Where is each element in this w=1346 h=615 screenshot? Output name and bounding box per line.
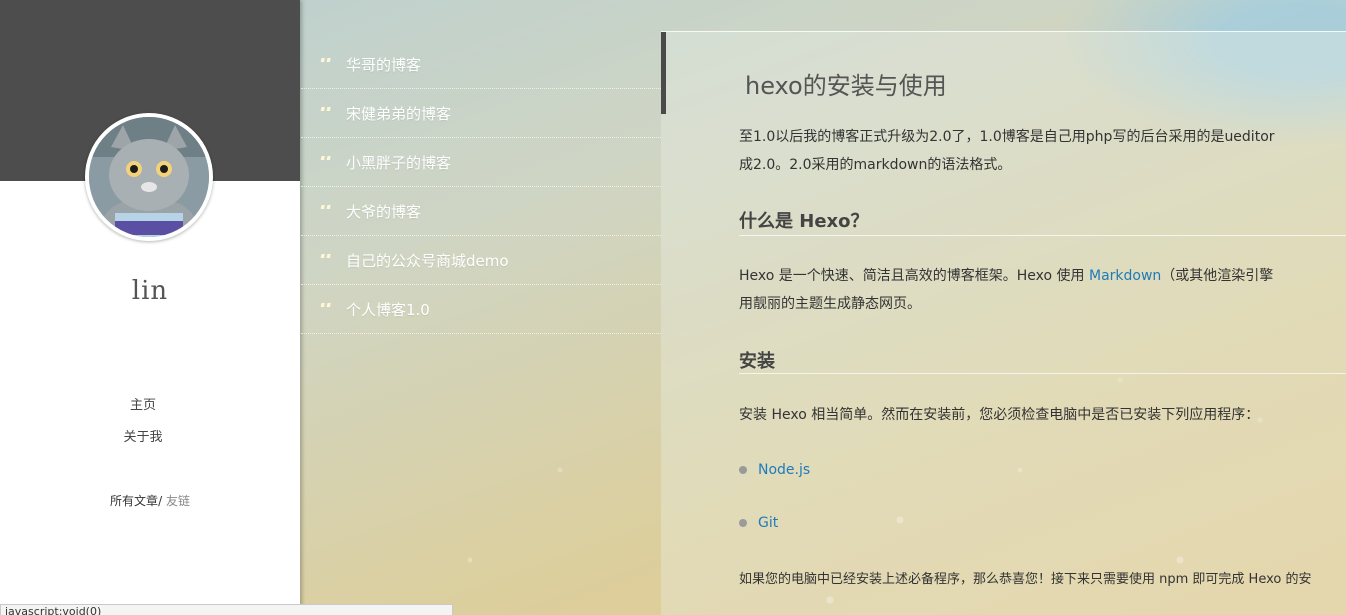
install-text: 安装 Hexo 相当简单。然而在安装前，您必须检查电脑中是否已安装下列应用程序：	[739, 407, 1260, 423]
hexo-description-line-1: Hexo 是一个快速、简洁且高效的博客框架。Hexo 使用 Markdown（或…	[739, 262, 1273, 290]
section-divider	[739, 373, 1346, 374]
friend-link-label: 自己的公众号商城demo	[346, 251, 509, 270]
friend-link-label: 大爷的博客	[346, 202, 422, 221]
bullet-icon	[739, 519, 747, 527]
avatar[interactable]	[85, 113, 213, 241]
quote-icon: “	[319, 254, 334, 270]
friend-links-toggle[interactable]: 友链	[166, 494, 190, 508]
section-divider	[739, 235, 1346, 236]
hexo-description-tail: （或其他渲染引擎	[1161, 268, 1274, 284]
list-item: Git	[739, 515, 778, 531]
friend-link-item[interactable]: “ 大爷的博客	[301, 187, 661, 236]
friend-link-item[interactable]: “ 宋健弟弟的博客	[301, 89, 661, 138]
friend-link-label: 宋健弟弟的博客	[346, 104, 452, 123]
links-separator: /	[158, 494, 163, 508]
friend-link-label: 华哥的博客	[346, 55, 422, 74]
article-panel: hexo的安装与使用 至1.0以后我的博客正式升级为2.0了，1.0博客是自己用…	[661, 31, 1346, 615]
nav-home-link[interactable]: 主页	[0, 390, 286, 422]
profile-sidebar: lin 主页 关于我 所有文章/ 友链 javascript:void(0)	[0, 0, 453, 615]
author-name: lin	[131, 276, 169, 306]
heading-what-is-hexo: 什么是 Hexo？	[739, 211, 869, 232]
friend-link-item[interactable]: “ 自己的公众号商城demo	[301, 236, 661, 285]
friend-link-label: 小黑胖子的博客	[346, 153, 452, 172]
quote-icon: “	[319, 303, 334, 319]
article-title: hexo的安装与使用	[745, 72, 947, 100]
article-intro-line-1: 至1.0以后我的博客正式升级为2.0了，1.0博客是自己用php写的后台采用的是…	[739, 129, 1275, 145]
quote-icon: “	[319, 107, 334, 123]
quote-icon: “	[319, 156, 334, 172]
browser-status-bar: javascript:void(0)	[0, 604, 453, 615]
article-intro-line-2: 成2.0。2.0采用的markdown的语法格式。	[739, 157, 1012, 173]
bullet-icon	[739, 466, 747, 474]
quote-icon: “	[319, 58, 334, 74]
markdown-link[interactable]: Markdown	[1089, 268, 1161, 284]
friend-link-label: 个人博客1.0	[346, 300, 430, 319]
friend-link-item[interactable]: “ 小黑胖子的博客	[301, 138, 661, 187]
git-link[interactable]: Git	[758, 515, 778, 531]
hexo-description-line-2: 用靓丽的主题生成静态网页。	[739, 296, 921, 312]
nodejs-link[interactable]: Node.js	[758, 462, 810, 478]
heading-install: 安装	[739, 351, 775, 372]
quote-icon: “	[319, 205, 334, 221]
all-posts-link[interactable]: 所有文章	[110, 494, 158, 508]
profile-nav: 主页 关于我	[0, 390, 286, 454]
list-item: Node.js	[739, 462, 810, 478]
friend-links-panel: “ 华哥的博客 “ 宋健弟弟的博客 “ 小黑胖子的博客 “ 大爷的博客 “ 自己…	[301, 40, 661, 334]
hexo-description-text: Hexo 是一个快速、简洁且高效的博客框架。Hexo 使用	[739, 268, 1089, 284]
after-install-text: 如果您的电脑中已经安装上述必备程序，那么恭喜您！接下来只需要使用 npm 即可完…	[739, 572, 1312, 587]
friend-link-item[interactable]: “ 个人博客1.0	[301, 285, 661, 334]
nav-about-link[interactable]: 关于我	[0, 422, 286, 454]
friend-link-item[interactable]: “ 华哥的博客	[301, 40, 661, 89]
article-accent-bar	[661, 32, 666, 114]
profile-links: 所有文章/ 友链	[0, 492, 300, 509]
